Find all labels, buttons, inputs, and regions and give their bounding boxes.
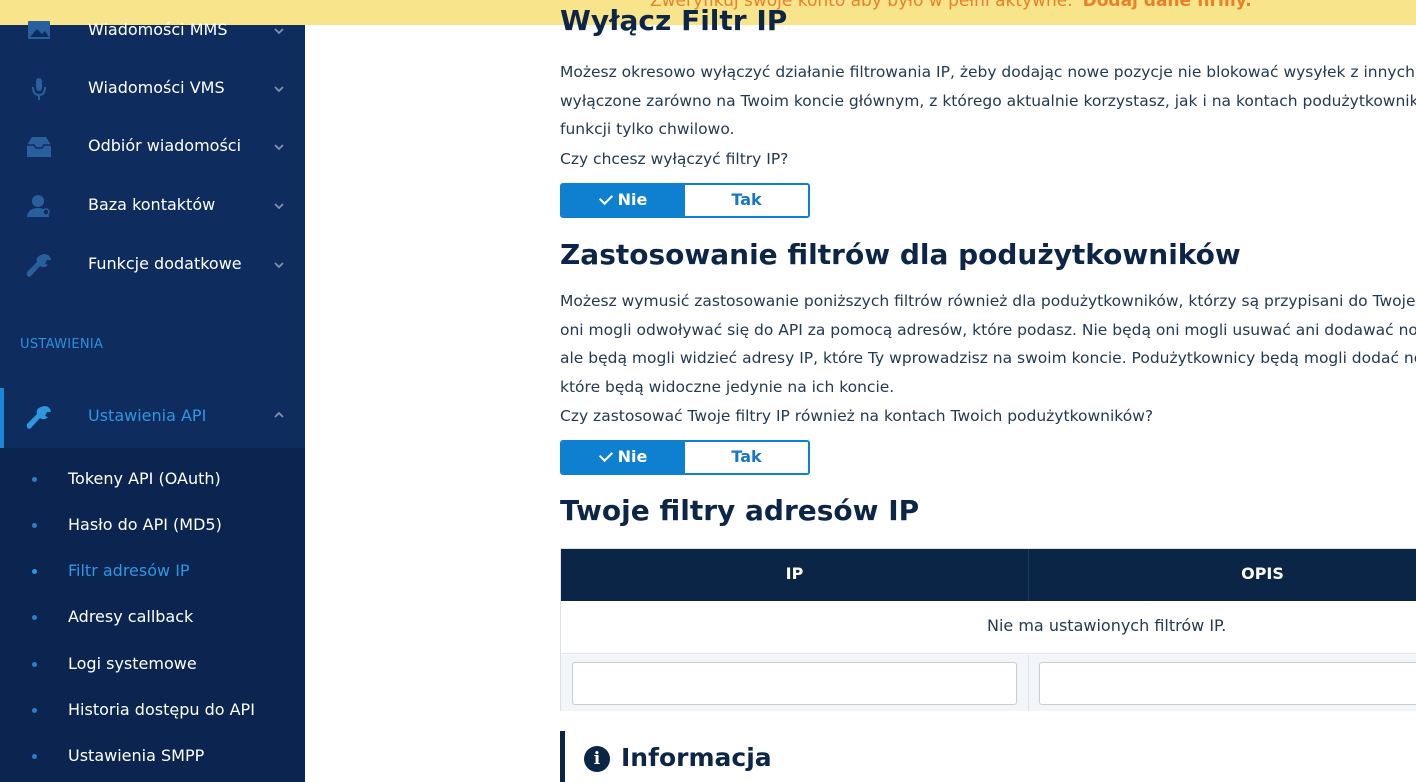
- column-divider: [1028, 655, 1029, 711]
- sidebar-item-label: Ustawienia API: [88, 406, 207, 425]
- chevron-down-icon: [274, 203, 284, 210]
- table-row-empty: Nie ma ustawionych filtrów IP.: [561, 601, 1416, 654]
- chevron-up-icon: [274, 411, 284, 418]
- sidebar-subitem-label: Historia dostępu do API: [68, 700, 255, 719]
- chevron-down-icon: [274, 262, 284, 269]
- check-icon: [598, 447, 613, 463]
- image-icon: [28, 21, 50, 39]
- description-input[interactable]: [1039, 662, 1416, 705]
- toggle-option-yes[interactable]: Tak: [685, 185, 808, 216]
- sidebar-item-inbox[interactable]: Odbiór wiadomości: [0, 121, 305, 173]
- sidebar-item-label: Wiadomości VMS: [88, 78, 225, 97]
- sidebar-item-label: Odbiór wiadomości: [88, 136, 242, 155]
- bullet-icon: [32, 615, 37, 620]
- chevron-down-icon: [274, 86, 284, 93]
- subusers-filter-question: Czy zastosować Twoje filtry IP również n…: [560, 407, 1154, 425]
- sidebar-item-vms[interactable]: Wiadomości VMS: [0, 63, 305, 115]
- bullet-icon: [32, 477, 37, 482]
- sidebar-item-label: Wiadomości MMS: [88, 20, 228, 39]
- sidebar-item-extra-functions[interactable]: Funkcje dodatkowe: [0, 239, 305, 291]
- subusers-filter-toggle: Nie Tak: [560, 440, 810, 475]
- sidebar: Wiadomości MMS Wiadomości VMS Odbiór wia…: [0, 20, 305, 782]
- main-content: Wyłącz Filtr IP Możesz okresowo wyłączyć…: [560, 0, 1416, 782]
- chevron-down-icon: [274, 144, 284, 151]
- toggle-option-label: Nie: [617, 190, 648, 209]
- description-line: ale będą mogli widzieć adresy IP, które …: [560, 349, 1416, 367]
- toggle-option-no[interactable]: Nie: [562, 442, 685, 473]
- sidebar-main-menu: Wiadomości MMS Wiadomości VMS Odbiór wia…: [0, 20, 305, 388]
- check-icon: [598, 190, 613, 206]
- description-line: wyłączone zarówno na Twoim koncie główny…: [560, 91, 1416, 110]
- active-indicator: [0, 388, 4, 448]
- chevron-down-icon: [274, 28, 284, 35]
- bullet-icon: [32, 523, 37, 528]
- sidebar-subitem-label: Logi systemowe: [68, 654, 197, 673]
- sidebar-section-label: USTAWIENIA: [20, 337, 104, 352]
- info-title: Informacja: [621, 743, 772, 772]
- sidebar-item-label: Baza kontaktów: [88, 195, 216, 214]
- sidebar-item-contacts[interactable]: Baza kontaktów: [0, 180, 305, 232]
- sidebar-item-mms[interactable]: Wiadomości MMS: [0, 5, 305, 57]
- bullet-icon: [32, 708, 37, 713]
- wrench-icon: [26, 406, 51, 429]
- sidebar-subitem-smpp-settings[interactable]: Ustawienia SMPP: [0, 736, 305, 776]
- sidebar-subitem-ip-filter[interactable]: Filtr adresów IP: [0, 551, 305, 591]
- sidebar-subitem-oauth-tokens[interactable]: Tokeny API (OAuth): [0, 459, 305, 499]
- info-accent-line: [560, 731, 565, 782]
- info-icon: i: [584, 746, 610, 772]
- bullet-icon: [32, 662, 37, 667]
- toggle-option-no[interactable]: Nie: [562, 185, 685, 216]
- description-line: które będą widoczne jedynie na ich konci…: [560, 377, 895, 396]
- wrench-icon: [26, 254, 51, 277]
- toggle-option-label: Nie: [617, 447, 648, 466]
- sidebar-subitem-api-password[interactable]: Hasło do API (MD5): [0, 505, 305, 545]
- ip-filters-table: IP OPIS Nie ma ustawionych filtrów IP.: [560, 548, 1416, 711]
- disable-filter-toggle: Nie Tak: [560, 183, 810, 218]
- sidebar-subitem-label: Hasło do API (MD5): [68, 515, 222, 534]
- sidebar-item-label: Funkcje dodatkowe: [88, 254, 242, 273]
- contacts-icon: [27, 195, 50, 217]
- sidebar-subitem-label: Adresy callback: [68, 607, 194, 626]
- sidebar-subitem-api-access-history[interactable]: Historia dostępu do API: [0, 690, 305, 730]
- sidebar-subitem-label: Tokeny API (OAuth): [68, 469, 221, 488]
- section-title-ip-filters: Twoje filtry adresów IP: [560, 494, 920, 527]
- section-title-disable-ip-filter: Wyłącz Filtr IP: [560, 4, 788, 37]
- table-row-new-entry: [561, 655, 1416, 711]
- info-box: i Informacja: [560, 731, 1416, 782]
- microphone-icon: [32, 78, 46, 100]
- bullet-icon: [32, 569, 37, 574]
- column-header-description: OPIS: [1241, 564, 1284, 583]
- inbox-icon: [27, 137, 51, 157]
- sidebar-subitem-label: Filtr adresów IP: [68, 561, 190, 580]
- description-line: Możesz okresowo wyłączyć działanie filtr…: [560, 63, 1416, 81]
- section-title-subusers-filters: Zastosowanie filtrów dla podużytkowników: [560, 238, 1241, 271]
- description-line: funkcji tylko chwilowo.: [560, 120, 735, 138]
- description-line: Możesz wymusić zastosowanie poniższych f…: [560, 292, 1416, 310]
- disable-filter-question: Czy chcesz wyłączyć filtry IP?: [560, 150, 789, 168]
- ip-address-input[interactable]: [572, 662, 1017, 705]
- sidebar-subitem-system-logs[interactable]: Logi systemowe: [0, 644, 305, 684]
- column-header-ip: IP: [785, 564, 804, 583]
- sidebar-subitem-callback-urls[interactable]: Adresy callback: [0, 597, 305, 637]
- toggle-option-yes[interactable]: Tak: [685, 442, 808, 473]
- table-header: IP OPIS: [561, 549, 1416, 601]
- subusers-filter-description: Możesz wymusić zastosowanie poniższych f…: [560, 287, 1416, 401]
- empty-message: Nie ma ustawionych filtrów IP.: [987, 616, 1227, 635]
- sidebar-subitem-label: Ustawienia SMPP: [68, 746, 205, 765]
- description-line: oni mogli odwoływać się do API za pomocą…: [560, 320, 1416, 339]
- sidebar-item-api-settings[interactable]: Ustawienia API: [0, 388, 305, 448]
- bullet-icon: [32, 754, 37, 759]
- disable-filter-description: Możesz okresowo wyłączyć działanie filtr…: [560, 58, 1416, 144]
